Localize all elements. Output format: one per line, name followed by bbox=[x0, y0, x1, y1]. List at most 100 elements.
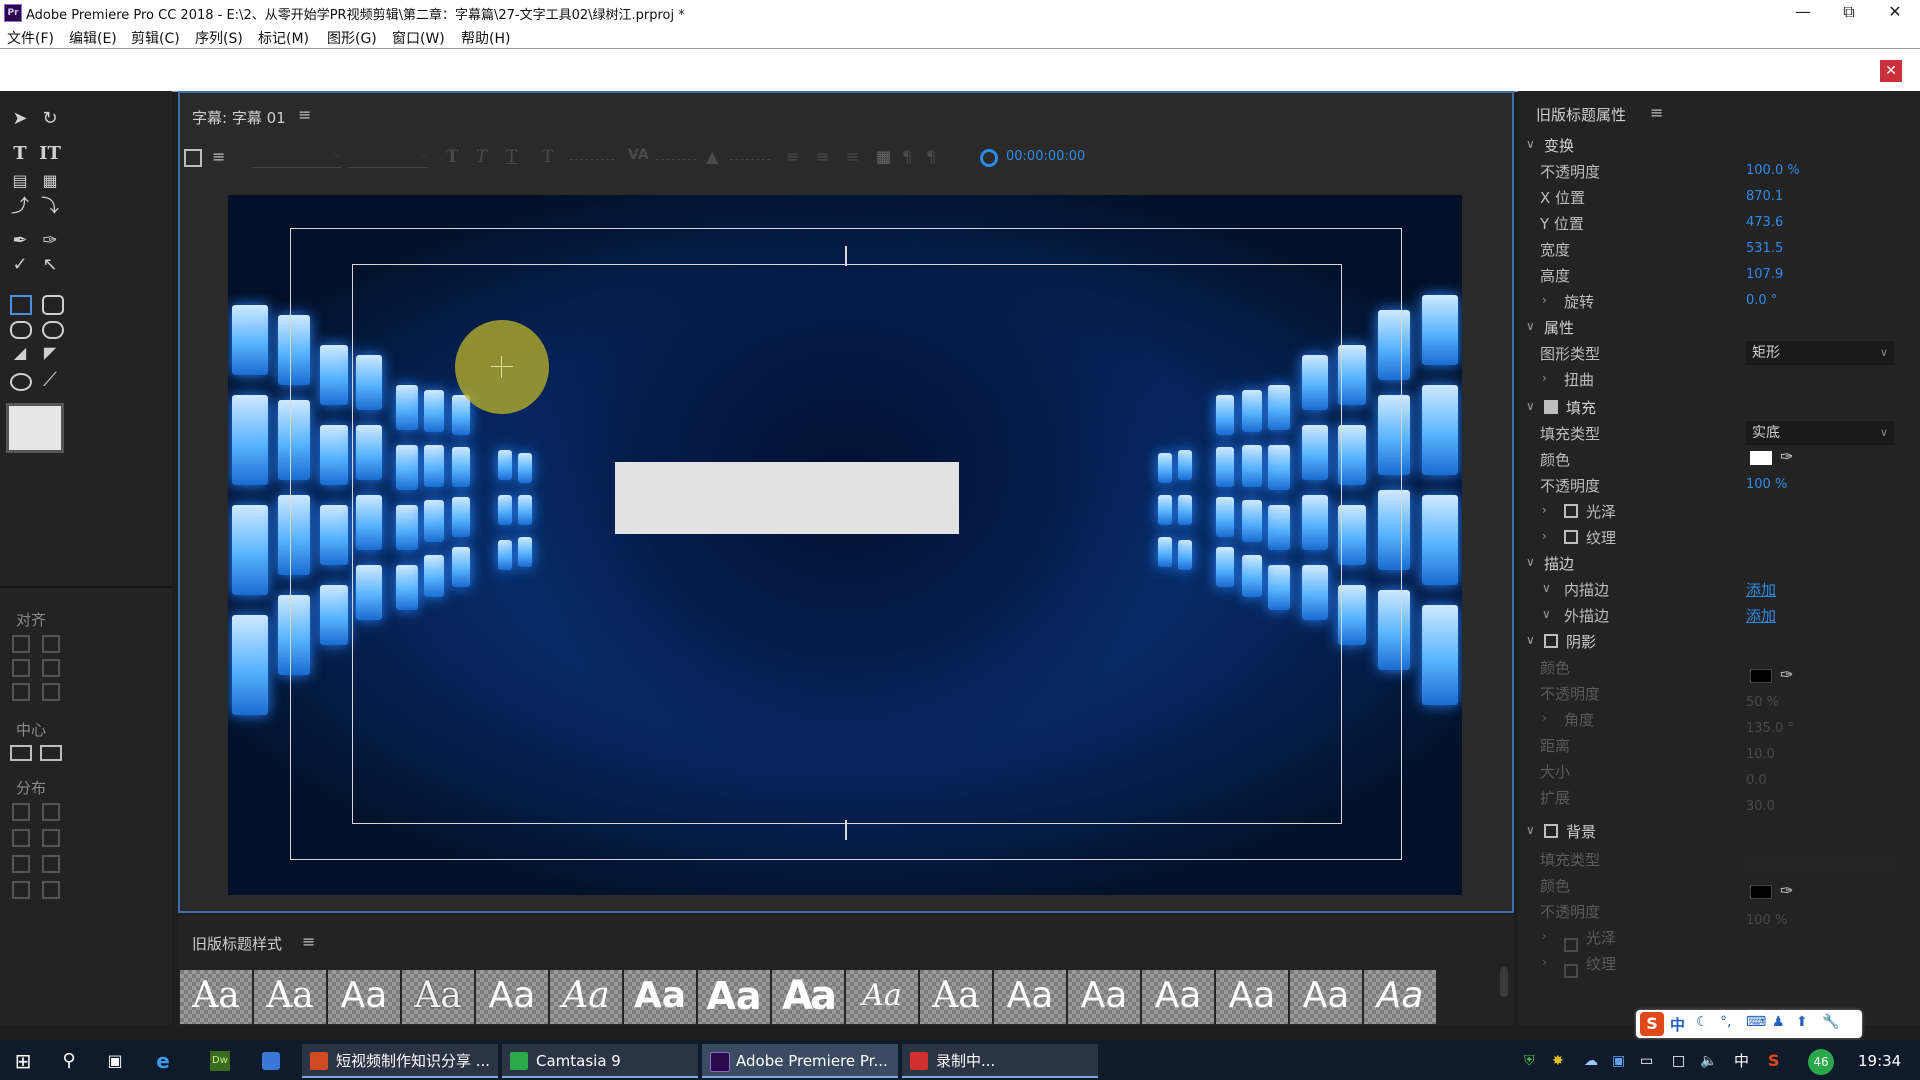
ellipse-tool-icon[interactable] bbox=[10, 373, 32, 391]
search-icon[interactable]: ⚲ bbox=[54, 1044, 84, 1078]
selection-tool-icon[interactable]: ➤ bbox=[8, 107, 32, 131]
fill-type-dropdown[interactable]: 实底 ∨ bbox=[1746, 421, 1894, 445]
arc-tool-icon[interactable]: ◤ bbox=[38, 341, 62, 365]
style-swatch-13[interactable]: Aa bbox=[1068, 970, 1140, 1024]
menu-file[interactable]: 文件(F) bbox=[7, 28, 54, 48]
menu-marker[interactable]: 标记(M) bbox=[258, 28, 309, 48]
ime-user-icon[interactable]: ♟ bbox=[1772, 1014, 1785, 1030]
style-swatch-5[interactable]: Aa bbox=[476, 970, 548, 1024]
width-value[interactable]: 531.5 bbox=[1746, 241, 1783, 256]
menu-clip[interactable]: 剪辑(C) bbox=[131, 28, 180, 48]
bird-app-icon[interactable] bbox=[256, 1044, 286, 1078]
shape-type-dropdown[interactable]: 矩形 ∨ bbox=[1746, 341, 1894, 365]
volume-icon[interactable]: 🔈 bbox=[1700, 1044, 1720, 1078]
vertical-type-tool-icon[interactable]: IT bbox=[38, 142, 62, 166]
security-tray-icon[interactable]: ⛨ bbox=[1524, 1044, 1544, 1078]
title-styles-menu-icon[interactable]: ≡ bbox=[302, 932, 315, 951]
x-position-value[interactable]: 870.1 bbox=[1746, 189, 1783, 204]
close-titler-icon[interactable]: ✕ bbox=[1880, 60, 1902, 82]
center-vertical-icon[interactable] bbox=[40, 745, 62, 761]
rotation-value[interactable]: 0.0 ° bbox=[1746, 293, 1777, 308]
y-position-value[interactable]: 473.6 bbox=[1746, 215, 1783, 230]
vertical-area-type-tool-icon[interactable]: ▦ bbox=[38, 169, 62, 193]
ime-punct-icon[interactable]: °, bbox=[1720, 1014, 1731, 1030]
style-swatch-4[interactable]: Aa bbox=[402, 970, 474, 1024]
menu-graphics[interactable]: 图形(G) bbox=[327, 28, 377, 48]
ime-upload-icon[interactable]: ⬆ bbox=[1796, 1014, 1808, 1030]
fill-opacity-value[interactable]: 100 % bbox=[1746, 477, 1787, 492]
background-timecode[interactable]: 00:00:00:00 bbox=[1006, 149, 1085, 164]
rectangle-tool-icon[interactable] bbox=[10, 295, 32, 315]
windows-start-icon[interactable]: ⊞ bbox=[8, 1044, 38, 1078]
add-anchor-tool-icon[interactable]: ✓ bbox=[8, 253, 32, 277]
background-chevron-icon[interactable]: ∨ bbox=[1526, 823, 1535, 837]
tray-display-icon[interactable]: ▣ bbox=[1612, 1044, 1632, 1078]
styles-scrollbar[interactable] bbox=[1500, 967, 1508, 997]
task-view-icon[interactable]: ▣ bbox=[100, 1044, 130, 1078]
strokes-chevron-icon[interactable]: ∨ bbox=[1526, 555, 1535, 569]
clipped-corner-tool-icon[interactable] bbox=[10, 321, 32, 339]
style-swatch-2[interactable]: Aa bbox=[254, 970, 326, 1024]
add-inner-stroke-link[interactable]: 添加 bbox=[1746, 579, 1776, 600]
opacity-value[interactable]: 100.0 % bbox=[1746, 163, 1800, 178]
rounded-corner-tool-icon[interactable] bbox=[42, 321, 64, 339]
taskbar-app-powerpoint[interactable]: 短视频制作知识分享 ... bbox=[302, 1044, 498, 1078]
style-swatch-17[interactable]: Aa bbox=[1364, 970, 1436, 1024]
path-type-tool-icon[interactable]: ⤴ bbox=[8, 195, 32, 219]
ime-keyboard-icon[interactable]: ⌨ bbox=[1746, 1014, 1766, 1030]
style-swatch-6[interactable]: Aa bbox=[550, 970, 622, 1024]
show-background-video-icon[interactable] bbox=[980, 149, 998, 167]
edge-browser-icon[interactable]: e bbox=[148, 1044, 178, 1078]
style-swatch-16[interactable]: Aa bbox=[1290, 970, 1362, 1024]
texture-chevron-icon[interactable]: › bbox=[1542, 529, 1547, 543]
ime-tools-icon[interactable]: 🔧 bbox=[1822, 1014, 1839, 1030]
sheen-checkbox[interactable] bbox=[1564, 504, 1578, 518]
add-outer-stroke-link[interactable]: 添加 bbox=[1746, 605, 1776, 626]
line-tool-icon[interactable]: ⟋ bbox=[38, 367, 62, 391]
menu-edit[interactable]: 编辑(E) bbox=[69, 28, 117, 48]
ime-moon-icon[interactable]: ☾ bbox=[1696, 1014, 1709, 1030]
style-swatch-7[interactable]: Aa bbox=[624, 970, 696, 1024]
style-swatch-9[interactable]: Aa bbox=[772, 970, 844, 1024]
fill-chevron-icon[interactable]: ∨ bbox=[1526, 399, 1535, 413]
type-tool-icon[interactable]: T bbox=[8, 142, 32, 166]
menu-help[interactable]: 帮助(H) bbox=[461, 28, 510, 48]
style-swatch-11[interactable]: Aa bbox=[920, 970, 992, 1024]
style-swatch-10[interactable]: Aa bbox=[846, 970, 918, 1024]
new-title-icon[interactable] bbox=[184, 149, 202, 167]
properties-section-label[interactable]: 属性 bbox=[1544, 317, 1574, 338]
title-panel-menu-icon[interactable]: ≡ bbox=[298, 105, 311, 124]
shadow-chevron-icon[interactable]: ∨ bbox=[1526, 633, 1535, 647]
restore-icon[interactable]: ⧉ bbox=[1826, 0, 1872, 26]
transform-chevron-icon[interactable]: ∨ bbox=[1526, 137, 1535, 151]
pen-tool-icon[interactable]: ✒ bbox=[8, 229, 32, 253]
rectangle-shape[interactable] bbox=[615, 462, 959, 534]
style-swatch-8[interactable]: Aa bbox=[698, 970, 770, 1024]
strokes-section-label[interactable]: 描边 bbox=[1544, 553, 1574, 574]
roll-crawl-icon[interactable]: ≡ bbox=[212, 147, 225, 166]
style-swatch-15[interactable]: Aa bbox=[1216, 970, 1288, 1024]
properties-menu-icon[interactable]: ≡ bbox=[1650, 103, 1663, 122]
fill-checkbox[interactable] bbox=[1544, 400, 1558, 414]
network-icon[interactable]: □ bbox=[1672, 1044, 1692, 1078]
transform-section-label[interactable]: 变换 bbox=[1544, 135, 1574, 156]
style-swatch-1[interactable]: Aa bbox=[180, 970, 252, 1024]
delete-anchor-tool-icon[interactable]: ✑ bbox=[38, 229, 62, 253]
sheen-chevron-icon[interactable]: › bbox=[1542, 503, 1547, 517]
ime-mode-label[interactable]: 中 bbox=[1670, 1014, 1685, 1035]
style-swatch-3[interactable]: Aa bbox=[328, 970, 400, 1024]
area-type-tool-icon[interactable]: ▤ bbox=[8, 169, 32, 193]
sogou-tray-icon[interactable]: S bbox=[1768, 1044, 1788, 1078]
outer-stroke-chevron-icon[interactable]: ∨ bbox=[1542, 607, 1551, 621]
rounded-rectangle-tool-icon[interactable] bbox=[42, 295, 64, 315]
minimize-icon[interactable]: — bbox=[1780, 0, 1826, 26]
properties-chevron-icon[interactable]: ∨ bbox=[1526, 319, 1535, 333]
input-language-indicator[interactable]: 中 bbox=[1734, 1044, 1754, 1078]
distort-chevron-icon[interactable]: › bbox=[1542, 371, 1547, 385]
shadow-checkbox[interactable] bbox=[1544, 634, 1558, 648]
menu-window[interactable]: 窗口(W) bbox=[392, 28, 445, 48]
close-window-icon[interactable]: ✕ bbox=[1872, 0, 1918, 26]
tray-app-icon[interactable]: ✸ bbox=[1552, 1044, 1572, 1078]
dreamweaver-icon[interactable]: Dw bbox=[206, 1044, 236, 1078]
height-value[interactable]: 107.9 bbox=[1746, 267, 1783, 282]
